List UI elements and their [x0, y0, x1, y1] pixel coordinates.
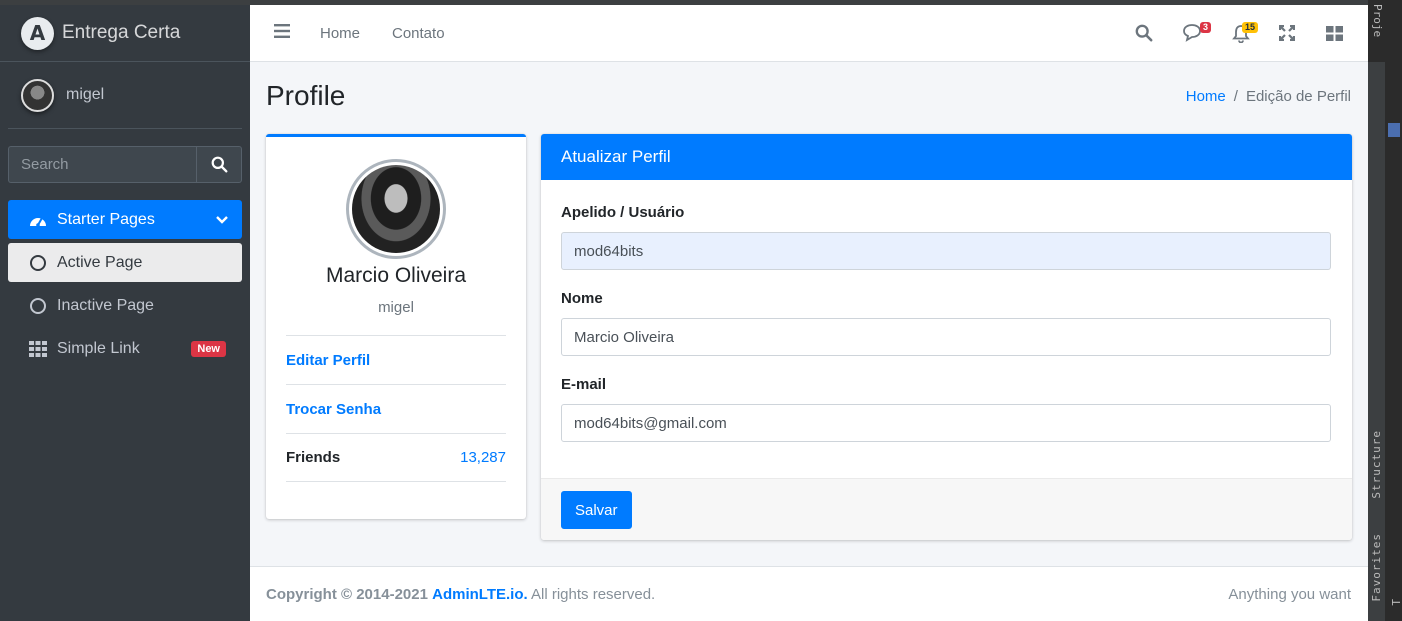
ide-tab-strip: Proje Structure Favorites	[1368, 0, 1386, 621]
search-icon	[211, 156, 227, 173]
control-sidebar-icon[interactable]	[1324, 23, 1344, 43]
update-profile-card: Atualizar Perfil Apelido / Usuário Nome …	[541, 134, 1352, 540]
fullscreen-icon[interactable]	[1277, 23, 1297, 43]
messages-badge: 3	[1200, 22, 1212, 33]
form-group-email: E-mail	[561, 376, 1332, 442]
ide-scroll-strip	[1386, 0, 1402, 621]
circle-icon	[27, 254, 49, 272]
circle-icon	[27, 297, 49, 315]
brand-link[interactable]: A Entrega Certa	[0, 5, 250, 62]
content-wrapper: Home Contato 3 15 Profile Home / Edição de…	[250, 5, 1368, 621]
notifications-badge: 15	[1242, 22, 1259, 33]
profile-username: migel	[378, 299, 414, 316]
sidebar-item-starter-pages[interactable]: Starter Pages	[8, 200, 242, 239]
ide-scroll-marker	[1388, 123, 1400, 137]
list-item: Editar Perfil	[286, 335, 506, 384]
card-footer: Salvar	[541, 478, 1352, 540]
copyright-text: Copyright © 2014-2021	[266, 585, 428, 603]
profile-card: Marcio Oliveira migel Editar Perfil Troc…	[266, 134, 526, 519]
sidebar-item-label: Simple Link	[57, 339, 140, 357]
user-panel[interactable]: migel	[8, 62, 242, 129]
friends-label: Friends	[286, 449, 341, 466]
content-header: Profile Home / Edição de Perfil	[250, 62, 1368, 134]
tachometer-icon	[27, 211, 49, 229]
main-footer: Copyright © 2014-2021 AdminLTE.io. All r…	[250, 566, 1368, 621]
name-label: Nome	[561, 290, 603, 307]
list-item: Friends 13,287	[286, 433, 506, 482]
menu-toggle-icon[interactable]	[274, 24, 290, 43]
save-button[interactable]: Salvar	[561, 491, 632, 529]
friends-count[interactable]: 13,287	[460, 449, 506, 466]
new-badge: New	[191, 341, 226, 357]
user-avatar	[21, 78, 54, 112]
email-label: E-mail	[561, 376, 607, 393]
ide-right-toolwindow-bar: Proje Structure Favorites T	[1368, 0, 1402, 621]
sidebar-item-inactive-page[interactable]: Inactive Page	[8, 286, 242, 325]
brand-logo: A	[21, 16, 54, 50]
sidebar-search-input[interactable]	[8, 146, 196, 183]
nav-link-contato[interactable]: Contato	[392, 25, 445, 42]
sidebar-item-active-page[interactable]: Active Page	[8, 243, 242, 282]
main-sidebar: A Entrega Certa migel Starter Pages Acti…	[0, 5, 250, 621]
ide-t-tab[interactable]: T	[1390, 598, 1402, 606]
user-name[interactable]: migel	[66, 86, 104, 104]
name-field[interactable]	[561, 318, 1331, 356]
ide-structure-tab[interactable]: Structure	[1370, 430, 1383, 499]
footer-copyright: Copyright © 2014-2021 AdminLTE.io. All r…	[266, 586, 655, 603]
adminlte-link[interactable]: AdminLTE.io.	[432, 586, 528, 603]
sidebar-nav: Starter Pages Active Page Inactive Page …	[8, 200, 242, 368]
grid-icon	[27, 340, 49, 358]
ide-favorites-tab[interactable]: Favorites	[1370, 533, 1383, 602]
sidebar-item-simple-link[interactable]: Simple Link New	[8, 329, 242, 368]
breadcrumb-home[interactable]: Home	[1186, 88, 1226, 105]
sidebar-item-label: Active Page	[57, 253, 143, 271]
card-body: Apelido / Usuário Nome E-mail	[541, 180, 1352, 478]
form-group-username: Apelido / Usuário	[561, 204, 1332, 270]
brand-logo-letter: A	[29, 21, 46, 45]
sidebar-item-label: Inactive Page	[57, 296, 154, 314]
sidebar-search	[8, 146, 242, 183]
profile-list: Editar Perfil Trocar Senha Friends 13,287	[286, 335, 506, 482]
edit-profile-link[interactable]: Editar Perfil	[286, 352, 370, 369]
profile-avatar	[346, 159, 446, 259]
card-title: Atualizar Perfil	[541, 134, 1352, 180]
sidebar-search-button[interactable]	[196, 146, 242, 183]
username-field[interactable]	[561, 232, 1331, 270]
email-field[interactable]	[561, 404, 1331, 442]
chevron-down-icon	[216, 212, 228, 230]
messages-icon[interactable]	[1182, 23, 1202, 43]
footer-right-text: Anything you want	[1228, 585, 1351, 603]
list-item: Trocar Senha	[286, 384, 506, 433]
breadcrumb-current: Edição de Perfil	[1245, 88, 1351, 105]
top-navbar: Home Contato 3 15	[250, 5, 1368, 62]
brand-text: Entrega Certa	[62, 22, 181, 43]
search-icon[interactable]	[1134, 23, 1154, 43]
username-label: Apelido / Usuário	[561, 204, 685, 221]
nav-link-home[interactable]: Home	[320, 25, 360, 42]
breadcrumb: Home / Edição de Perfil	[1186, 88, 1351, 105]
rights-text: All rights reserved.	[531, 585, 656, 603]
profile-name: Marcio Oliveira	[325, 264, 467, 287]
change-password-link[interactable]: Trocar Senha	[286, 401, 381, 418]
breadcrumb-separator: /	[1233, 88, 1238, 105]
form-group-name: Nome	[561, 290, 1332, 356]
sidebar-item-label: Starter Pages	[57, 210, 155, 228]
ide-project-tab[interactable]: Proje	[1368, 0, 1386, 62]
page-title: Profile	[266, 80, 346, 111]
